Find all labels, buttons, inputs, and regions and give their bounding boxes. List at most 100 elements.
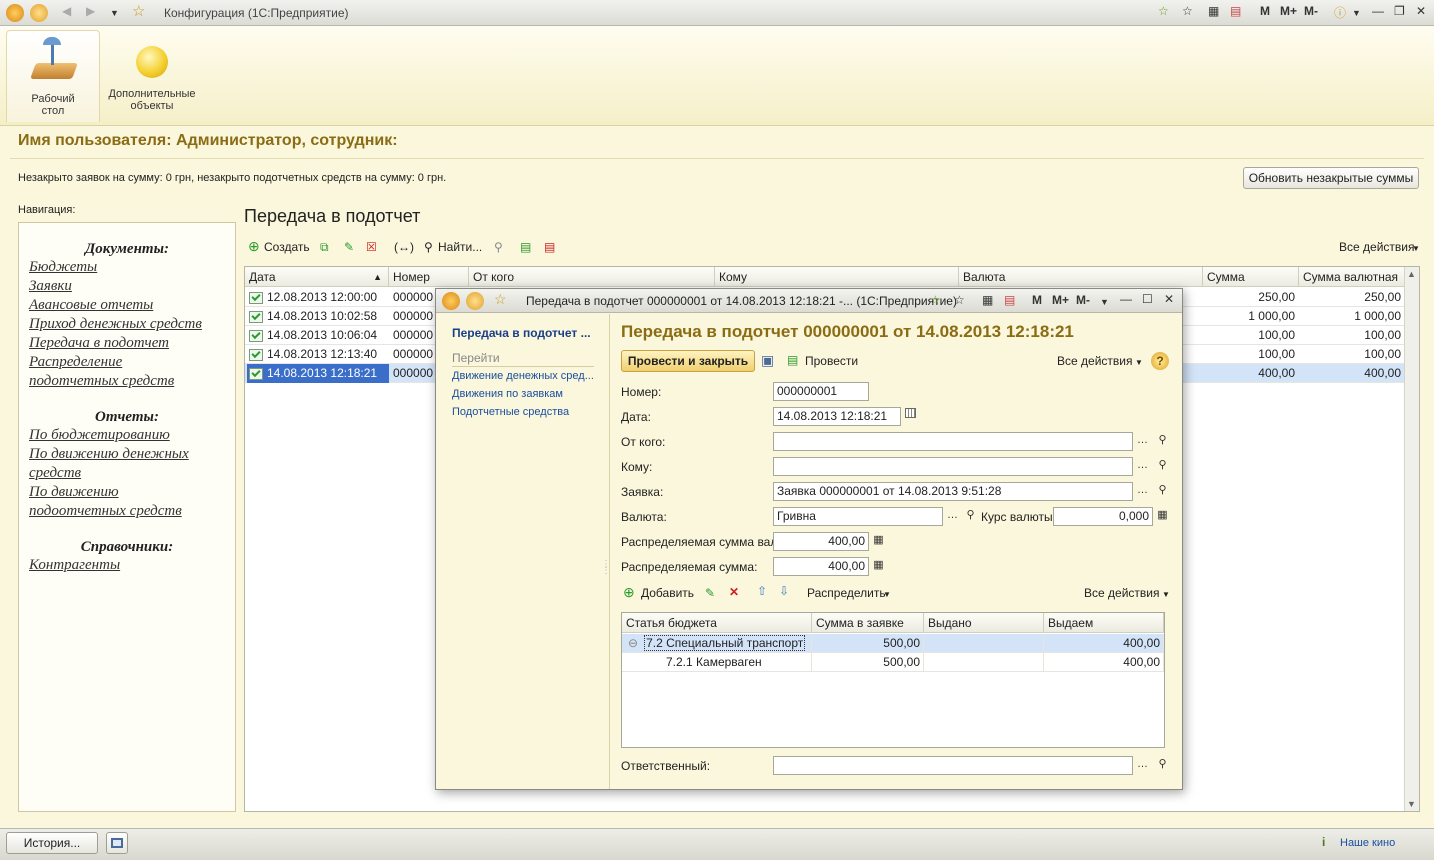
memory-plus-icon[interactable]: M+ — [1280, 4, 1297, 18]
find-icon[interactable]: ⚲ — [424, 240, 433, 254]
nav-link-transfer[interactable]: Передача в подотчет — [29, 334, 235, 353]
responsible-field[interactable] — [773, 756, 1133, 775]
refresh-sums-button[interactable]: Обновить незакрытые суммы — [1243, 167, 1419, 189]
favorites-icon[interactable]: ☆ — [954, 293, 965, 307]
main-menu-icon[interactable] — [30, 4, 48, 22]
memory-m-icon[interactable]: M — [1032, 293, 1042, 307]
calendar-icon[interactable] — [901, 407, 920, 426]
scroll-down-icon[interactable]: ▼ — [1407, 799, 1416, 809]
create-button[interactable]: Создать — [264, 240, 310, 254]
nav-link-budget-report[interactable]: По бюджетированию — [29, 426, 235, 445]
open-search-icon[interactable]: ⚲ — [1153, 457, 1172, 476]
select-ellipsis-icon[interactable]: … — [943, 507, 962, 526]
distribute-button[interactable]: Распределить — [807, 586, 886, 600]
nav-link-cash-income[interactable]: Приход денежных средств — [29, 315, 235, 334]
calculator-icon[interactable]: ▦ — [1208, 4, 1219, 18]
delete-row-icon[interactable]: ✕ — [729, 585, 739, 599]
1c-logo-icon[interactable] — [442, 292, 460, 310]
memory-plus-icon[interactable]: M+ — [1052, 293, 1069, 307]
calculator-icon[interactable]: ▦ — [1153, 507, 1172, 526]
minimize-icon[interactable]: — — [1372, 4, 1384, 18]
nav-link-distribution[interactable]: подотчетных средств — [29, 372, 235, 391]
date-field[interactable]: 14.08.2013 12:18:21 — [773, 407, 901, 426]
move-down-icon[interactable]: ⇩ — [779, 584, 789, 598]
add-favorite-icon[interactable]: ☆ — [930, 293, 941, 307]
post-button[interactable]: Провести — [805, 354, 858, 368]
history-dropdown-icon[interactable]: ▼ — [110, 8, 119, 18]
windows-list-icon[interactable] — [106, 832, 128, 854]
edit-pencil-icon[interactable]: ✎ — [344, 240, 354, 254]
find-button[interactable]: Найти... — [438, 240, 482, 254]
info-dropdown-icon[interactable]: ▼ — [1352, 8, 1361, 18]
unpost-docs-icon[interactable]: ▤ — [544, 240, 555, 254]
column-header-date[interactable]: Дата ▲ — [245, 267, 389, 287]
nav-link-request-movements[interactable]: Движения по заявкам — [452, 388, 563, 400]
back-arrow-icon[interactable]: ◀ — [62, 4, 71, 18]
nav-link-contractors[interactable]: Контрагенты — [29, 556, 235, 575]
dropdown-arrow-icon[interactable]: ▼ — [1100, 297, 1109, 307]
select-ellipsis-icon[interactable]: … — [1133, 457, 1152, 476]
forward-arrow-icon[interactable]: ▶ — [86, 4, 95, 18]
calculator-icon[interactable]: ▦ — [982, 293, 993, 307]
post-docs-icon[interactable]: ▤ — [520, 240, 531, 254]
table-all-actions-button[interactable]: Все действия — [1084, 586, 1159, 600]
splitter-handle[interactable]: ⋮ ⋮ — [601, 560, 611, 576]
memory-minus-icon[interactable]: M- — [1304, 4, 1318, 18]
request-field[interactable]: Заявка 000000001 от 14.08.2013 9:51:28 — [773, 482, 1133, 501]
favorites-icon[interactable]: ☆ — [1182, 4, 1193, 18]
nav-link-accountable-report[interactable]: По движению — [29, 483, 235, 502]
nav-current-form[interactable]: Передача в подотчет ... — [452, 326, 591, 340]
column-header-sum-currency[interactable]: Сумма валютная — [1299, 267, 1405, 287]
select-ellipsis-icon[interactable]: … — [1133, 432, 1152, 451]
info-icon[interactable]: ⓘ — [1334, 4, 1346, 21]
table-row[interactable]: 7.2.1 Камерваген 500,00 400,00 — [622, 653, 1164, 672]
calendar-icon[interactable]: ▤ — [1230, 4, 1241, 18]
nav-link-distribution[interactable]: Распределение — [29, 353, 235, 372]
calculator-icon[interactable]: ▦ — [869, 557, 888, 576]
number-field[interactable]: 000000001 — [773, 382, 869, 401]
close-icon[interactable]: ✕ — [1164, 292, 1174, 306]
to-field[interactable] — [773, 457, 1133, 476]
restore-icon[interactable]: ❐ — [1394, 4, 1405, 18]
column-header-number[interactable]: Номер — [389, 267, 469, 287]
calculator-icon[interactable]: ▦ — [869, 532, 888, 551]
section-desktop[interactable]: Рабочий стол — [6, 30, 100, 122]
vertical-scrollbar[interactable]: ▲ ▼ — [1404, 267, 1419, 811]
nav-link-accountable-report[interactable]: подоотчетных средств — [29, 502, 235, 521]
nav-link-requests[interactable]: Заявки — [29, 277, 235, 296]
maximize-icon[interactable]: ☐ — [1142, 292, 1153, 306]
window-menu-icon[interactable] — [466, 292, 484, 310]
close-icon[interactable]: ✕ — [1416, 4, 1426, 18]
favorites-star-icon[interactable]: ☆ — [132, 2, 145, 20]
history-button[interactable]: История... — [6, 832, 98, 854]
from-field[interactable] — [773, 432, 1133, 451]
add-favorite-icon[interactable]: ☆ — [1158, 4, 1169, 18]
column-header-currency[interactable]: Валюта — [959, 267, 1203, 287]
nav-link-cash-movements[interactable]: Движение денежных сред... — [452, 370, 594, 382]
column-header-to[interactable]: Кому — [715, 267, 959, 287]
memory-m-icon[interactable]: M — [1260, 4, 1270, 18]
nav-link-budgets[interactable]: Бюджеты — [29, 258, 235, 277]
open-search-icon[interactable]: ⚲ — [1153, 482, 1172, 501]
column-header-issuing[interactable]: Выдаем — [1044, 613, 1164, 633]
open-search-icon[interactable]: ⚲ — [1153, 432, 1172, 451]
section-additional-objects[interactable]: Дополнительные объекты — [104, 30, 200, 122]
cancel-search-icon[interactable]: ⚲ — [494, 240, 503, 254]
column-header-article[interactable]: Статья бюджета — [622, 613, 812, 633]
add-row-button[interactable]: Добавить — [641, 586, 694, 600]
scroll-up-icon[interactable]: ▲ — [1407, 269, 1416, 279]
status-link[interactable]: Наше кино — [1340, 837, 1395, 849]
currency-field[interactable]: Гривна — [773, 507, 943, 526]
select-ellipsis-icon[interactable]: … — [1133, 482, 1152, 501]
open-search-icon[interactable]: ⚲ — [1153, 756, 1172, 775]
open-search-icon[interactable]: ⚲ — [961, 507, 980, 526]
minimize-icon[interactable]: — — [1120, 292, 1132, 306]
rate-field[interactable]: 0,000 — [1053, 507, 1153, 526]
table-row-selected[interactable]: ⊖ 7.2 Специальный транспорт 500,00 400,00 — [622, 634, 1164, 653]
edit-pencil-icon[interactable]: ✎ — [705, 586, 715, 600]
budget-items-table[interactable]: Статья бюджета Сумма в заявке Выдано Выд… — [621, 612, 1165, 748]
column-header-issued[interactable]: Выдано — [924, 613, 1044, 633]
all-actions-button[interactable]: Все действия — [1339, 240, 1414, 254]
column-header-from[interactable]: От кого — [469, 267, 715, 287]
column-header-in-request[interactable]: Сумма в заявке — [812, 613, 924, 633]
